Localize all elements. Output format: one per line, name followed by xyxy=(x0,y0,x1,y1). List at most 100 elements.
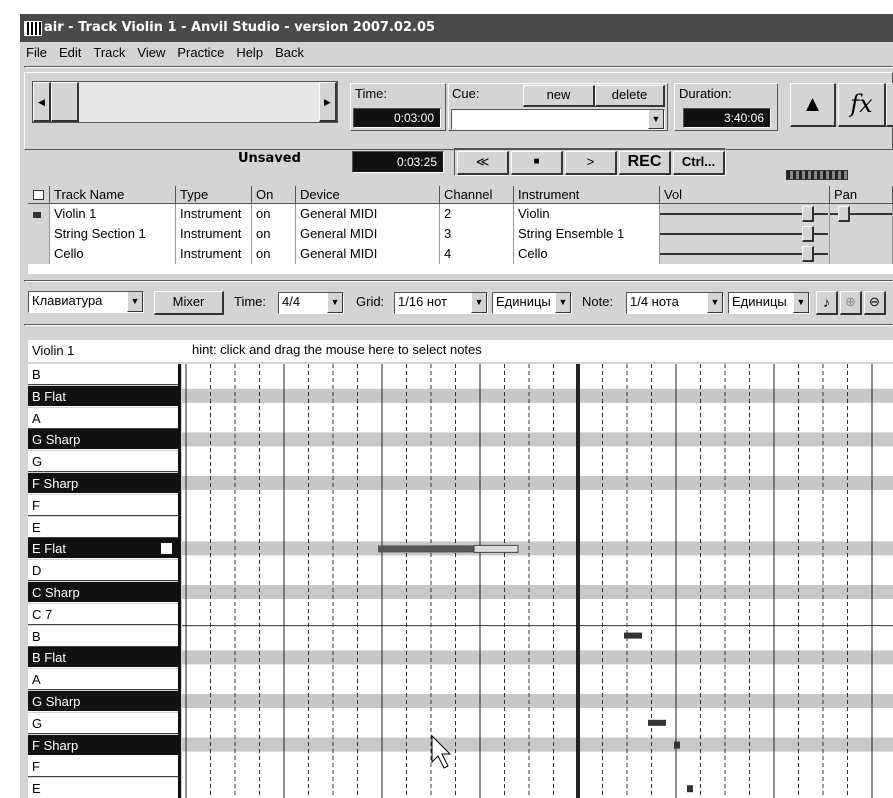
extra-button[interactable] xyxy=(886,83,893,127)
metronome-button[interactable]: ▲ xyxy=(790,83,836,127)
menu-file[interactable]: File xyxy=(20,42,53,64)
volume-slider[interactable] xyxy=(660,244,830,264)
track-instrument[interactable]: Violin xyxy=(514,204,660,224)
track-instrument[interactable]: Cello xyxy=(514,244,660,264)
track-on[interactable]: on xyxy=(252,224,296,244)
col-vol[interactable]: Vol xyxy=(660,186,830,204)
menu-view[interactable]: View xyxy=(131,42,171,64)
note-grid[interactable] xyxy=(182,364,893,798)
grid-select[interactable]: 1/16 нот ▼ xyxy=(394,292,488,314)
note-tool-button[interactable]: ♪ xyxy=(816,291,838,315)
cue-select[interactable]: ▼ xyxy=(451,109,665,130)
chevron-down-icon: ▼ xyxy=(648,110,664,129)
play-button[interactable]: > xyxy=(565,151,617,175)
pan-slider-thumb[interactable] xyxy=(838,206,850,222)
title-bar[interactable]: air - Track Violin 1 - Anvil Studio - ve… xyxy=(20,14,893,42)
volume-slider-thumb[interactable] xyxy=(802,246,814,262)
volume-slider[interactable] xyxy=(660,204,830,224)
menu-edit[interactable]: Edit xyxy=(53,42,87,64)
volume-slider-thumb[interactable] xyxy=(802,206,814,222)
piano-key[interactable]: F xyxy=(28,494,178,516)
col-pan[interactable]: Pan xyxy=(830,186,893,204)
grid-units-select[interactable]: Единицы ▼ xyxy=(492,292,572,314)
col-track-name[interactable]: Track Name xyxy=(50,186,176,204)
track-instrument[interactable]: String Ensemble 1 xyxy=(514,224,660,244)
track-type[interactable]: Instrument xyxy=(176,224,252,244)
track-device[interactable]: General MIDI xyxy=(296,244,440,264)
scroll-right-button[interactable]: ▶ xyxy=(319,82,337,122)
piano-key[interactable]: F xyxy=(28,756,178,778)
view-select[interactable]: Клавиатура ▼ xyxy=(28,291,144,313)
select-all-header[interactable] xyxy=(28,186,50,204)
piano-key[interactable]: E xyxy=(28,516,178,538)
track-device[interactable]: General MIDI xyxy=(296,204,440,224)
piano-key[interactable]: G xyxy=(28,712,178,734)
transport-controls: ≪ ■ > REC Ctrl... xyxy=(454,148,726,176)
mixer-button[interactable]: Mixer xyxy=(154,291,224,315)
ctrl-button[interactable]: Ctrl... xyxy=(673,151,725,175)
key-marker-icon xyxy=(161,543,172,555)
piano-key[interactable]: D xyxy=(28,560,178,582)
scroll-thumb[interactable] xyxy=(51,82,79,122)
track-row[interactable]: String Section 1 Instrument on General M… xyxy=(28,224,893,244)
col-instrument[interactable]: Instrument xyxy=(514,186,660,204)
piano-key[interactable]: G xyxy=(28,451,178,473)
record-button[interactable]: REC xyxy=(619,151,671,175)
piano-key[interactable]: E Flat xyxy=(28,538,178,560)
col-on[interactable]: On xyxy=(252,186,296,204)
piano-key[interactable]: C 7 xyxy=(28,603,178,625)
piano-key[interactable]: F Sharp xyxy=(28,473,178,494)
pan-slider[interactable] xyxy=(830,244,893,264)
rewind-button[interactable]: ≪ xyxy=(457,151,509,175)
menu-track[interactable]: Track xyxy=(87,42,131,64)
piano-key[interactable]: A xyxy=(28,407,178,429)
col-channel[interactable]: Channel xyxy=(440,186,514,204)
note-units-select[interactable]: Единицы ▼ xyxy=(728,292,810,314)
separator xyxy=(24,324,893,326)
col-device[interactable]: Device xyxy=(296,186,440,204)
position-scrollbar[interactable]: ◀ ▶ xyxy=(32,81,338,123)
piano-key[interactable]: B Flat xyxy=(28,385,178,407)
track-channel[interactable]: 3 xyxy=(440,224,514,244)
track-type[interactable]: Instrument xyxy=(176,244,252,264)
piano-key[interactable]: F Sharp xyxy=(28,734,178,756)
cue-delete-button[interactable]: delete xyxy=(595,85,665,107)
menu-practice[interactable]: Practice xyxy=(171,42,230,64)
track-on[interactable]: on xyxy=(252,204,296,224)
pan-slider[interactable] xyxy=(830,204,893,224)
piano-key[interactable]: C Sharp xyxy=(28,582,178,603)
piano-key[interactable]: B xyxy=(28,364,178,385)
chevron-down-icon: ▼ xyxy=(471,293,487,313)
volume-slider[interactable] xyxy=(660,224,830,244)
track-type[interactable]: Instrument xyxy=(176,204,252,224)
track-row[interactable]: Violin 1 Instrument on General MIDI 2 Vi… xyxy=(28,204,893,224)
piano-key[interactable]: G Sharp xyxy=(28,429,178,451)
zoom-out-button[interactable]: ⊖ xyxy=(864,291,886,315)
track-channel[interactable]: 2 xyxy=(440,204,514,224)
menu-back[interactable]: Back xyxy=(269,42,310,64)
track-channel[interactable]: 4 xyxy=(440,244,514,264)
volume-slider-thumb[interactable] xyxy=(802,226,814,242)
cue-new-button[interactable]: new xyxy=(523,85,595,107)
note-select[interactable]: 1/4 нота ▼ xyxy=(626,292,724,314)
col-type[interactable]: Type xyxy=(176,186,252,204)
track-name[interactable]: String Section 1 xyxy=(50,224,176,244)
scroll-left-button[interactable]: ◀ xyxy=(33,82,51,122)
track-name[interactable]: Cello xyxy=(50,244,176,264)
time-signature-select[interactable]: 4/4 ▼ xyxy=(278,292,344,314)
piano-key[interactable]: E xyxy=(28,778,178,798)
fx-button[interactable]: fx xyxy=(838,83,886,127)
menu-help[interactable]: Help xyxy=(230,42,269,64)
piano-key[interactable]: A xyxy=(28,669,178,691)
track-row[interactable]: Cello Instrument on General MIDI 4 Cello xyxy=(28,244,893,264)
stop-button[interactable]: ■ xyxy=(511,151,563,175)
track-name[interactable]: Violin 1 xyxy=(50,204,176,224)
pan-slider[interactable] xyxy=(830,224,893,244)
piano-key[interactable]: G Sharp xyxy=(28,691,178,712)
piano-key[interactable]: B xyxy=(28,625,178,647)
track-on[interactable]: on xyxy=(252,244,296,264)
piano-key[interactable]: B Flat xyxy=(28,647,178,669)
track-device[interactable]: General MIDI xyxy=(296,224,440,244)
note-grid-canvas[interactable] xyxy=(182,364,893,798)
zoom-in-button[interactable]: ⊕ xyxy=(840,291,862,315)
